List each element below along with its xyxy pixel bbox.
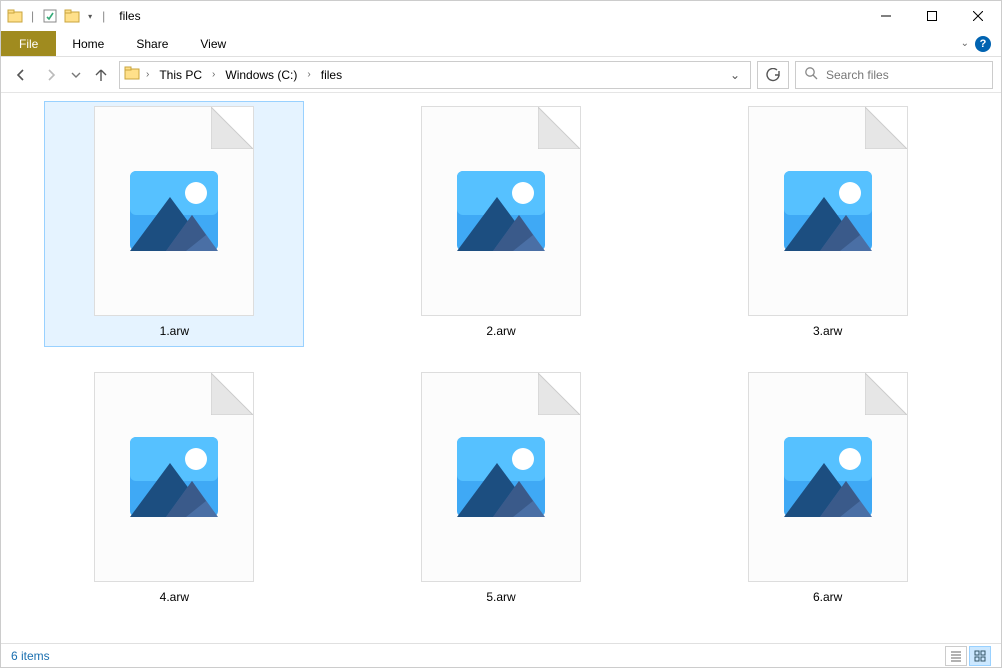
item-count: 6 items [11, 649, 50, 663]
navigation-bar: › This PC › Windows (C:) › files ⌄ Searc… [1, 57, 1001, 93]
image-icon [126, 429, 222, 525]
breadcrumb-segment[interactable]: files [317, 62, 346, 88]
search-icon [804, 66, 818, 83]
thumbnails-view-button[interactable] [969, 646, 991, 666]
up-button[interactable] [89, 63, 113, 87]
file-list[interactable]: 1.arw 2.arw 3.arw [1, 93, 1001, 643]
breadcrumb-segment[interactable]: This PC [155, 62, 206, 88]
file-thumbnail [94, 106, 254, 316]
file-name: 4.arw [160, 590, 189, 604]
image-icon [780, 429, 876, 525]
file-name: 6.arw [813, 590, 842, 604]
window-controls [863, 1, 1001, 31]
image-icon [453, 429, 549, 525]
file-item[interactable]: 2.arw [371, 101, 631, 347]
folder-icon [124, 65, 140, 84]
maximize-button[interactable] [909, 1, 955, 31]
tab-share[interactable]: Share [120, 31, 184, 56]
chevron-right-icon[interactable]: › [142, 69, 153, 80]
file-name: 5.arw [486, 590, 515, 604]
tab-home[interactable]: Home [56, 31, 120, 56]
address-bar[interactable]: › This PC › Windows (C:) › files ⌄ [119, 61, 751, 89]
tab-view[interactable]: View [184, 31, 242, 56]
properties-icon[interactable] [42, 8, 58, 24]
image-icon [780, 163, 876, 259]
window-title: files [119, 9, 140, 23]
explorer-window: | ▾ | files File Home Sha [0, 0, 1002, 668]
search-input[interactable]: Search files [795, 61, 993, 89]
file-name: 2.arw [486, 324, 515, 338]
image-icon [126, 163, 222, 259]
file-thumbnail [748, 106, 908, 316]
file-name: 3.arw [813, 324, 842, 338]
breadcrumb-segment[interactable]: Windows (C:) [221, 62, 301, 88]
folder-icon [7, 8, 23, 24]
details-view-button[interactable] [945, 646, 967, 666]
help-icon[interactable]: ? [975, 36, 991, 52]
file-item[interactable]: 4.arw [44, 367, 304, 613]
file-thumbnail [421, 372, 581, 582]
address-dropdown-caret[interactable]: ⌄ [724, 68, 746, 82]
separator: | [102, 9, 105, 23]
file-name: 1.arw [160, 324, 189, 338]
new-folder-icon[interactable] [64, 8, 80, 24]
recent-locations-caret[interactable] [69, 63, 83, 87]
title-bar: | ▾ | files [1, 1, 1001, 31]
chevron-right-icon[interactable]: › [208, 69, 219, 80]
file-item[interactable]: 3.arw [698, 101, 958, 347]
separator: | [31, 9, 34, 23]
tab-file[interactable]: File [1, 31, 56, 56]
refresh-button[interactable] [757, 61, 789, 89]
file-item[interactable]: 5.arw [371, 367, 631, 613]
chevron-right-icon[interactable]: › [303, 69, 314, 80]
search-placeholder: Search files [826, 68, 889, 82]
status-bar: 6 items [1, 643, 1001, 667]
file-thumbnail [94, 372, 254, 582]
minimize-button[interactable] [863, 1, 909, 31]
file-thumbnail [421, 106, 581, 316]
ribbon-tabs: File Home Share View ⌄ ? [1, 31, 1001, 57]
forward-button[interactable] [39, 63, 63, 87]
file-item[interactable]: 6.arw [698, 367, 958, 613]
qat-customize-caret[interactable]: ▾ [88, 12, 92, 21]
quick-access-toolbar: | ▾ | files [1, 8, 141, 24]
close-button[interactable] [955, 1, 1001, 31]
file-thumbnail [748, 372, 908, 582]
back-button[interactable] [9, 63, 33, 87]
image-icon [453, 163, 549, 259]
file-item[interactable]: 1.arw [44, 101, 304, 347]
ribbon-expand-caret[interactable]: ⌄ [961, 38, 969, 49]
